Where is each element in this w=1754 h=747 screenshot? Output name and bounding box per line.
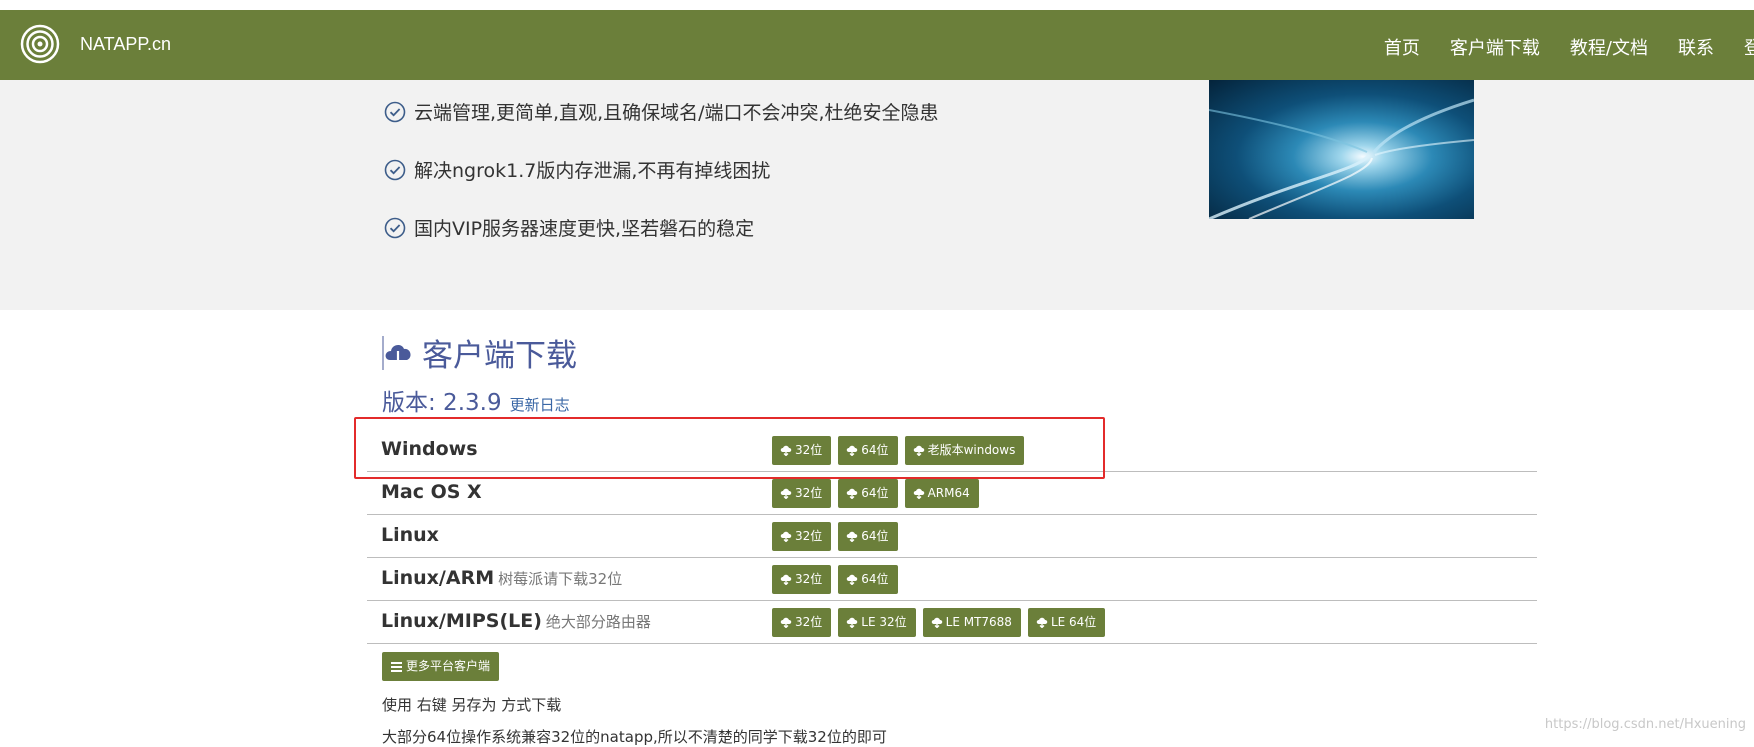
download-32bit-button[interactable]: 32位 bbox=[772, 565, 832, 594]
tunnel-image bbox=[1209, 80, 1474, 219]
cloud-download-icon bbox=[847, 574, 858, 585]
check-circle-icon bbox=[384, 217, 406, 238]
download-64bit-button[interactable]: 64位 bbox=[838, 522, 898, 551]
download-le32-button[interactable]: LE 32位 bbox=[838, 608, 916, 637]
top-navbar: NATAPP.cn 首页 客户端下载 教程/文档 联系 登 bbox=[0, 10, 1754, 80]
platform-name: Linux/ARM 树莓派请下载32位 bbox=[381, 567, 623, 589]
cloud-download-icon bbox=[913, 488, 924, 499]
watermark: https://blog.csdn.net/Hxuening bbox=[1544, 717, 1746, 732]
feature-item: 国内VIP服务器速度更快,坚若磐石的稳定 bbox=[384, 214, 754, 241]
platform-name: Mac OS X bbox=[381, 481, 482, 503]
download-32bit-button[interactable]: 32位 bbox=[772, 522, 832, 551]
check-circle-icon bbox=[384, 159, 406, 180]
download-row-linux-mips: Linux/MIPS(LE) 绝大部分路由器 32位 LE 32位 LE MT76… bbox=[367, 600, 1537, 644]
check-circle-icon bbox=[384, 101, 406, 122]
platform-name: Linux/MIPS(LE) 绝大部分路由器 bbox=[381, 610, 651, 632]
button-group: 32位 LE 32位 LE MT7688 LE 64位 bbox=[772, 608, 1112, 637]
download-le-mt7688-button[interactable]: LE MT7688 bbox=[922, 608, 1021, 637]
nav-menu: 首页 客户端下载 教程/文档 联系 登 bbox=[1384, 34, 1754, 60]
logo-icon[interactable] bbox=[20, 24, 60, 64]
nav-item-docs[interactable]: 教程/文档 bbox=[1570, 34, 1648, 60]
top-strip bbox=[0, 0, 1754, 10]
nav-item-login[interactable]: 登 bbox=[1744, 34, 1754, 60]
hero-section: 云端管理,更简单,直观,且确保域名/端口不会冲突,杜绝安全隐患 解决ngrok1… bbox=[0, 80, 1754, 310]
annotation-highlight-box bbox=[354, 417, 1105, 479]
download-row-linux: Linux 32位 64位 bbox=[367, 514, 1537, 558]
changelog-link[interactable]: 更新日志 bbox=[510, 394, 570, 415]
download-note: 大部分64位操作系统兼容32位的natapp,所以不清楚的同学下载32位的即可 bbox=[382, 728, 887, 746]
download-arm64-button[interactable]: ARM64 bbox=[904, 479, 979, 508]
nav-item-contact[interactable]: 联系 bbox=[1678, 34, 1714, 60]
nav-item-download[interactable]: 客户端下载 bbox=[1450, 34, 1540, 60]
download-32bit-button[interactable]: 32位 bbox=[772, 479, 832, 508]
download-32bit-button[interactable]: 32位 bbox=[772, 608, 832, 637]
section-title: 客户端下载 bbox=[382, 330, 577, 375]
cloud-download-icon bbox=[780, 488, 792, 499]
nav-item-home[interactable]: 首页 bbox=[1384, 34, 1420, 60]
button-group: 32位 64位 bbox=[772, 522, 905, 551]
feature-item: 解决ngrok1.7版内存泄漏,不再有掉线困扰 bbox=[384, 156, 770, 183]
download-le64-button[interactable]: LE 64位 bbox=[1027, 608, 1106, 637]
cloud-download-icon bbox=[382, 335, 411, 370]
more-platforms-button[interactable]: 更多平台客户端 bbox=[382, 652, 500, 681]
feature-text: 国内VIP服务器速度更快,坚若磐石的稳定 bbox=[414, 218, 755, 240]
brand-name[interactable]: NATAPP.cn bbox=[80, 34, 171, 55]
button-group: 32位 64位 bbox=[772, 565, 905, 594]
cloud-download-icon bbox=[780, 531, 792, 542]
cloud-download-icon bbox=[780, 617, 792, 628]
platform-note: 树莓派请下载32位 bbox=[498, 570, 623, 588]
cloud-download-icon bbox=[847, 617, 858, 628]
download-64bit-button[interactable]: 64位 bbox=[838, 565, 898, 594]
cloud-download-icon bbox=[780, 574, 792, 585]
platform-note: 绝大部分路由器 bbox=[545, 613, 651, 631]
version-label: 版本: 2.3.9 bbox=[382, 390, 502, 416]
version-row: 版本: 2.3.9 更新日志 bbox=[382, 383, 570, 417]
cloud-download-icon bbox=[1036, 617, 1048, 628]
cloud-download-icon bbox=[931, 617, 942, 628]
download-64bit-button[interactable]: 64位 bbox=[838, 479, 898, 508]
list-icon bbox=[391, 661, 402, 672]
feature-item: 云端管理,更简单,直观,且确保域名/端口不会冲突,杜绝安全隐患 bbox=[384, 98, 939, 125]
download-note: 使用 右键 另存为 方式下载 bbox=[382, 696, 562, 714]
button-group: 32位 64位 ARM64 bbox=[772, 479, 986, 508]
cloud-download-icon bbox=[847, 488, 858, 499]
cloud-download-icon bbox=[847, 531, 858, 542]
download-row-linux-arm: Linux/ARM 树莓派请下载32位 32位 64位 bbox=[367, 557, 1537, 601]
platform-name: Linux bbox=[381, 524, 439, 546]
section-title-text: 客户端下载 bbox=[422, 338, 577, 374]
feature-text: 云端管理,更简单,直观,且确保域名/端口不会冲突,杜绝安全隐患 bbox=[414, 102, 939, 124]
feature-text: 解决ngrok1.7版内存泄漏,不再有掉线困扰 bbox=[414, 160, 771, 182]
